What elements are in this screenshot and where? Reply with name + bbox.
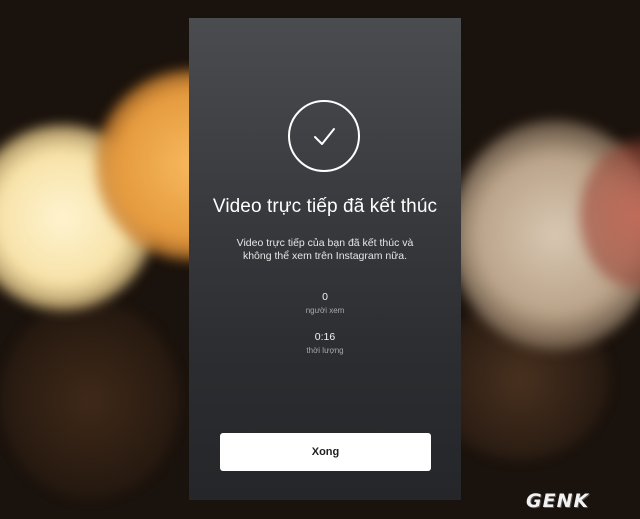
duration-stat: 0:16 thời lượng xyxy=(189,331,461,355)
viewers-stat: 0 người xem xyxy=(189,291,461,315)
bokeh-light xyxy=(0,300,180,500)
duration-label: thời lượng xyxy=(306,346,344,355)
ended-message: Video trực tiếp của bạn đã kết thúc và k… xyxy=(236,237,414,262)
live-ended-screen: Video trực tiếp đã kết thúc Video trực t… xyxy=(189,18,461,500)
check-circle-icon xyxy=(288,100,360,172)
viewers-label: người xem xyxy=(305,306,345,315)
done-button[interactable]: Xong xyxy=(220,433,431,471)
page-title: Video trực tiếp đã kết thúc xyxy=(212,196,438,217)
genk-watermark-logo: GENK xyxy=(526,490,590,512)
viewers-count: 0 xyxy=(322,291,328,303)
duration-value: 0:16 xyxy=(314,331,336,343)
